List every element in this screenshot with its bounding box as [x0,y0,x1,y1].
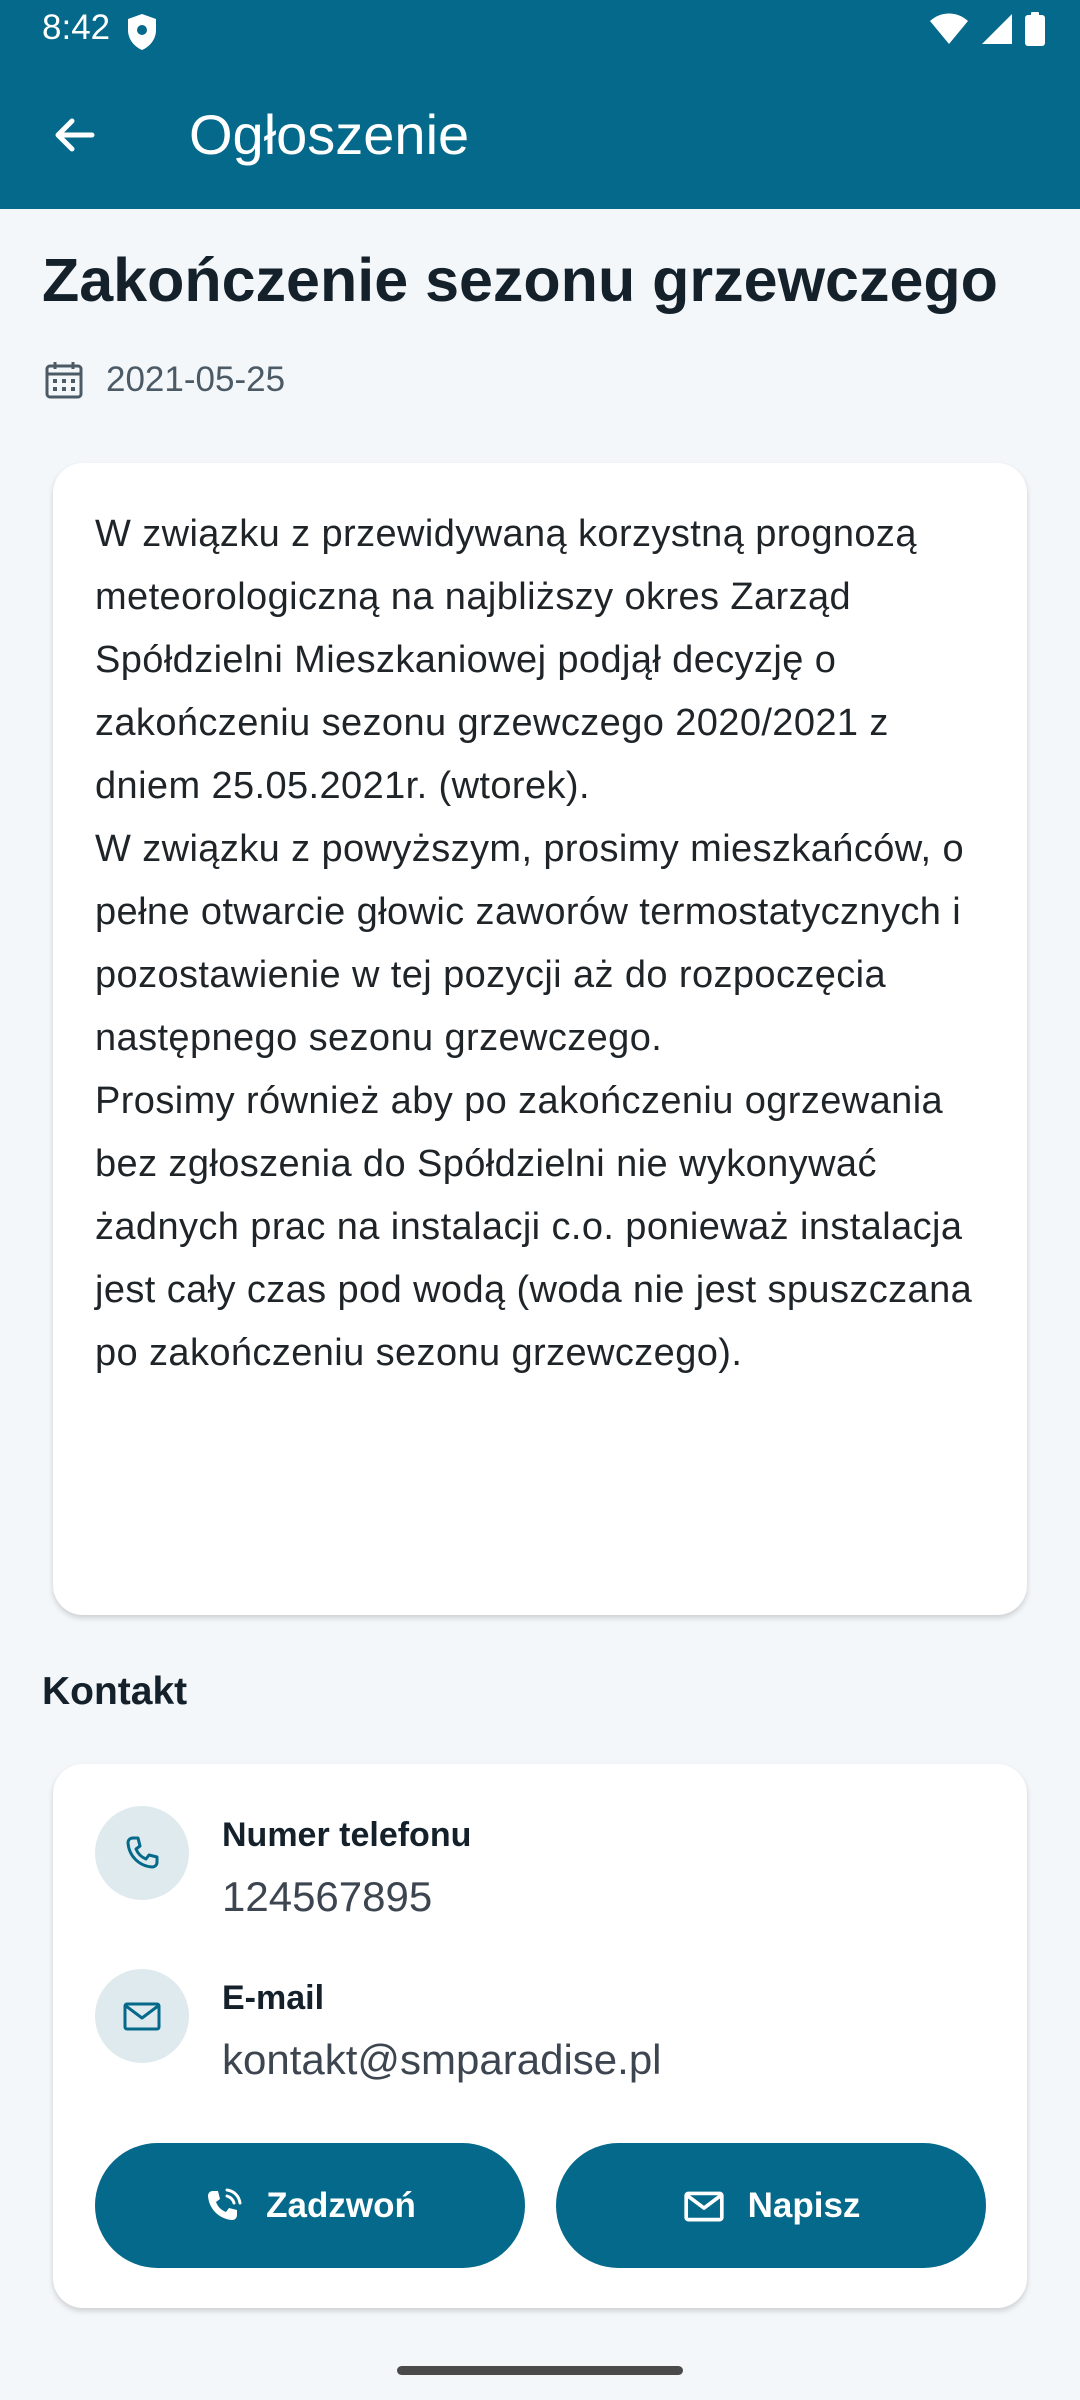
announcement-paragraph: W związku z przewidywaną korzystną progn… [95,513,917,807]
shield-icon [126,13,158,51]
announcement-date: 2021-05-25 [106,360,286,399]
phone-in-talk-icon [208,2188,242,2220]
mail-icon [683,2191,724,2221]
contact-heading: Kontakt [42,1670,188,1713]
page-title: Zakończenie sezonu grzewczego [42,246,998,314]
back-button[interactable] [36,99,112,175]
phone-value: 124567895 [222,1873,433,1920]
app-bar: Ogłoszenie [0,63,1080,209]
write-button-label: Napisz [747,2185,861,2225]
status-icons [929,12,1045,51]
phone-icon [95,1806,189,1900]
arrow-back-icon [50,111,98,164]
calendar-icon [44,360,84,400]
call-button-label: Zadzwoń [266,2185,416,2225]
mail-icon [95,1969,189,2063]
write-button[interactable]: Napisz [556,2143,986,2268]
date-row: 2021-05-25 [44,360,285,400]
home-indicator[interactable] [397,2366,683,2375]
battery-icon [1025,12,1045,51]
app-bar-title: Ogłoszenie [189,103,470,166]
status-bar: 8:42 [0,0,1080,63]
announcement-paragraph: Prosimy również aby po zakończeniu ogrze… [95,1080,973,1374]
announcement-paragraph: W związku z powyższym, prosimy mieszkańc… [95,828,964,1059]
signal-icon [981,13,1013,50]
status-time: 8:42 [42,8,111,47]
email-label: E-mail [222,1979,325,2017]
call-button[interactable]: Zadzwoń [95,2143,525,2268]
email-value: kontakt@smparadise.pl [222,2036,662,2083]
phone-label: Numer telefonu [222,1816,472,1854]
announcement-card: W związku z przewidywaną korzystną progn… [53,463,1027,1615]
wifi-icon [929,13,969,50]
